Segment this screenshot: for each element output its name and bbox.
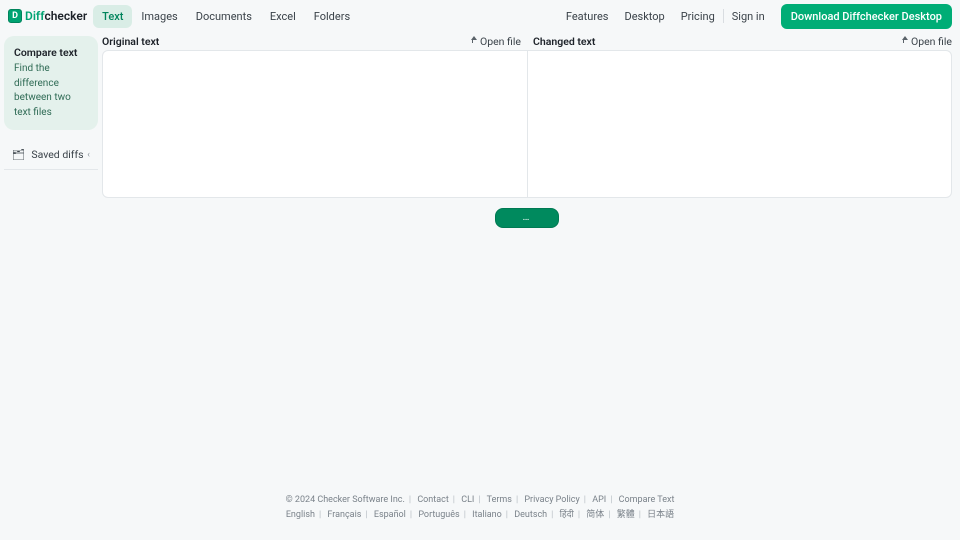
open-file-right-button[interactable]: Open file <box>899 35 952 48</box>
lang-portugues[interactable]: Português <box>418 510 459 520</box>
tab-folders[interactable]: Folders <box>305 5 359 28</box>
lang-deutsch[interactable]: Deutsch <box>514 510 547 520</box>
sidebar-card-compare-text[interactable]: Compare text Find the difference between… <box>4 36 98 130</box>
footer-link-terms[interactable]: Terms <box>487 495 512 505</box>
original-text-pane <box>103 51 527 197</box>
footer-link-cli[interactable]: CLI <box>461 495 474 505</box>
lang-espanol[interactable]: Español <box>374 510 406 520</box>
logo-badge-icon: D <box>8 9 22 23</box>
diff-panes <box>102 50 952 198</box>
footer-copyright: © 2024 Checker Software Inc. <box>286 495 405 505</box>
footer-line-2: English| Français| Español| Português| I… <box>0 508 960 522</box>
footer: © 2024 Checker Software Inc.| Contact| C… <box>0 493 960 522</box>
lang-italiano[interactable]: Italiano <box>472 510 502 520</box>
open-file-right-label: Open file <box>911 35 952 48</box>
download-desktop-button[interactable]: Download Diffchecker Desktop <box>781 4 952 29</box>
sidebar: Compare text Find the difference between… <box>0 32 102 540</box>
sidebar-card-desc: Find the difference between two text fil… <box>14 62 88 120</box>
lang-francais[interactable]: Français <box>327 510 361 520</box>
lang-english[interactable]: English <box>286 510 315 520</box>
original-text-label: Original text <box>102 35 159 48</box>
loading-dots-icon: … <box>523 213 532 223</box>
sidebar-card-title: Compare text <box>14 46 88 59</box>
footer-link-contact[interactable]: Contact <box>417 495 448 505</box>
tab-images[interactable]: Images <box>132 5 186 28</box>
link-signin[interactable]: Sign in <box>724 10 773 23</box>
original-text-input[interactable] <box>103 51 527 197</box>
tab-documents[interactable]: Documents <box>187 5 261 28</box>
changed-text-pane <box>527 51 952 197</box>
logo-text-diff: Diff <box>25 9 44 23</box>
logo[interactable]: D Diffchecker <box>8 9 87 23</box>
link-desktop[interactable]: Desktop <box>616 10 672 23</box>
footer-link-privacy[interactable]: Privacy Policy <box>524 495 579 505</box>
upload-icon <box>899 35 908 48</box>
changed-text-input[interactable] <box>528 51 952 197</box>
sidebar-saved-diffs[interactable]: 🗂 Saved diffs ‹ <box>4 140 98 170</box>
tab-excel[interactable]: Excel <box>261 5 305 28</box>
upload-icon <box>468 35 477 48</box>
header-right: Features Desktop Pricing Sign in Downloa… <box>558 4 952 29</box>
link-pricing[interactable]: Pricing <box>673 10 723 23</box>
find-difference-button[interactable]: … <box>495 208 559 228</box>
lang-hindi[interactable]: हिंदी <box>560 510 574 520</box>
lang-traditional-chinese[interactable]: 繁體 <box>617 510 635 520</box>
changed-text-label: Changed text <box>533 35 595 48</box>
top-nav: Text Images Documents Excel Folders <box>93 5 359 28</box>
logo-text-checker: checker <box>44 9 87 23</box>
sidebar-saved-diffs-label: Saved diffs <box>31 148 83 161</box>
lang-japanese[interactable]: 日本語 <box>647 510 674 520</box>
footer-link-api[interactable]: API <box>592 495 606 505</box>
link-features[interactable]: Features <box>558 10 617 23</box>
open-file-left-label: Open file <box>480 35 521 48</box>
tab-text[interactable]: Text <box>93 5 132 28</box>
footer-link-compare-text[interactable]: Compare Text <box>619 495 675 505</box>
open-file-left-button[interactable]: Open file <box>468 35 521 48</box>
folder-icon: 🗂 <box>12 148 25 161</box>
footer-line-1: © 2024 Checker Software Inc.| Contact| C… <box>0 493 960 507</box>
lang-simplified-chinese[interactable]: 简体 <box>586 510 604 520</box>
chevron-left-icon: ‹ <box>87 150 90 160</box>
